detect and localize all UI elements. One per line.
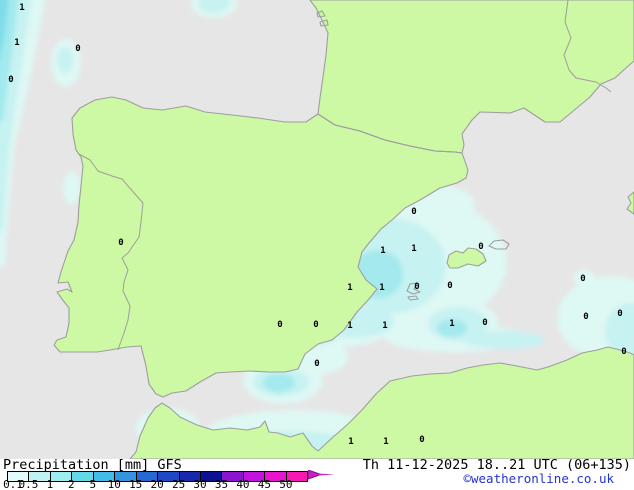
precip-value-label: 0 xyxy=(478,242,483,252)
precip-value-label: 0 xyxy=(482,318,487,328)
color-scale-ticks: 0.10.5125101520253035404550 xyxy=(0,480,360,490)
precip-value-label: 1 xyxy=(14,38,19,48)
weather-map-page: 110000110110000111000000110 Precipitatio… xyxy=(0,0,634,490)
scale-tick-label: 40 xyxy=(236,480,249,490)
precip-value-label: 0 xyxy=(75,44,80,54)
scale-tick-label: 20 xyxy=(151,480,164,490)
scale-tick-label: 2 xyxy=(68,480,75,490)
copyright-link[interactable]: ©weatheronline.co.uk xyxy=(463,471,614,486)
scale-arrow-icon xyxy=(308,470,338,481)
precip-value-label: 1 xyxy=(411,244,416,254)
scale-tick-label: 25 xyxy=(172,480,185,490)
scale-tick-label: 50 xyxy=(279,480,292,490)
scale-tick-label: 35 xyxy=(215,480,228,490)
precip-value-label: 0 xyxy=(414,282,419,292)
precip-value-label: 0 xyxy=(621,347,626,357)
legend-bar: Precipitation [mm] GFS Th 11-12-2025 18.… xyxy=(0,459,634,490)
scale-tick-label: 15 xyxy=(129,480,142,490)
precip-value-label: 1 xyxy=(380,246,385,256)
scale-tick-label: 30 xyxy=(193,480,206,490)
precipitation-map: 1 1 0 0 0 0 1 1 0 1 1 0 0 0 0 1 1 1 0 0 0 0 0 0 1 1 0 xyxy=(0,0,634,459)
precip-value-label: 0 xyxy=(411,207,416,217)
precip-value-label: 1 xyxy=(382,321,387,331)
precip-value-label: 0 xyxy=(617,309,622,319)
precip-value-label: 0 xyxy=(8,75,13,85)
scale-tick-label: 1 xyxy=(47,480,54,490)
precip-value-label: 0 xyxy=(419,435,424,445)
precip-value-label: 1 xyxy=(379,283,384,293)
precip-value-label: 0 xyxy=(277,320,282,330)
precip-value-label: 1 xyxy=(347,321,352,331)
precip-value-label: 1 xyxy=(347,283,352,293)
precip-value-label: 1 xyxy=(348,437,353,447)
precip-value-label: 0 xyxy=(118,238,123,248)
precip-value-label: 0 xyxy=(583,312,588,322)
precip-value-label: 0 xyxy=(447,281,452,291)
scale-tick-label: 45 xyxy=(258,480,271,490)
precip-value-label: 1 xyxy=(19,3,24,13)
precip-value-label: 0 xyxy=(580,274,585,284)
precip-value-label: 1 xyxy=(449,319,454,329)
scale-tick-label: 0.5 xyxy=(19,480,39,490)
precip-value-label: 1 xyxy=(383,437,388,447)
precip-value-label: 0 xyxy=(314,359,319,369)
scale-tick-label: 10 xyxy=(108,480,121,490)
precip-value-label: 0 xyxy=(313,320,318,330)
map-canvas: 1 1 0 0 0 0 1 1 0 1 1 0 0 0 0 1 1 1 0 0 0 0 0 0 1 1 0 xyxy=(0,0,634,459)
scale-tick-label: 5 xyxy=(89,480,96,490)
